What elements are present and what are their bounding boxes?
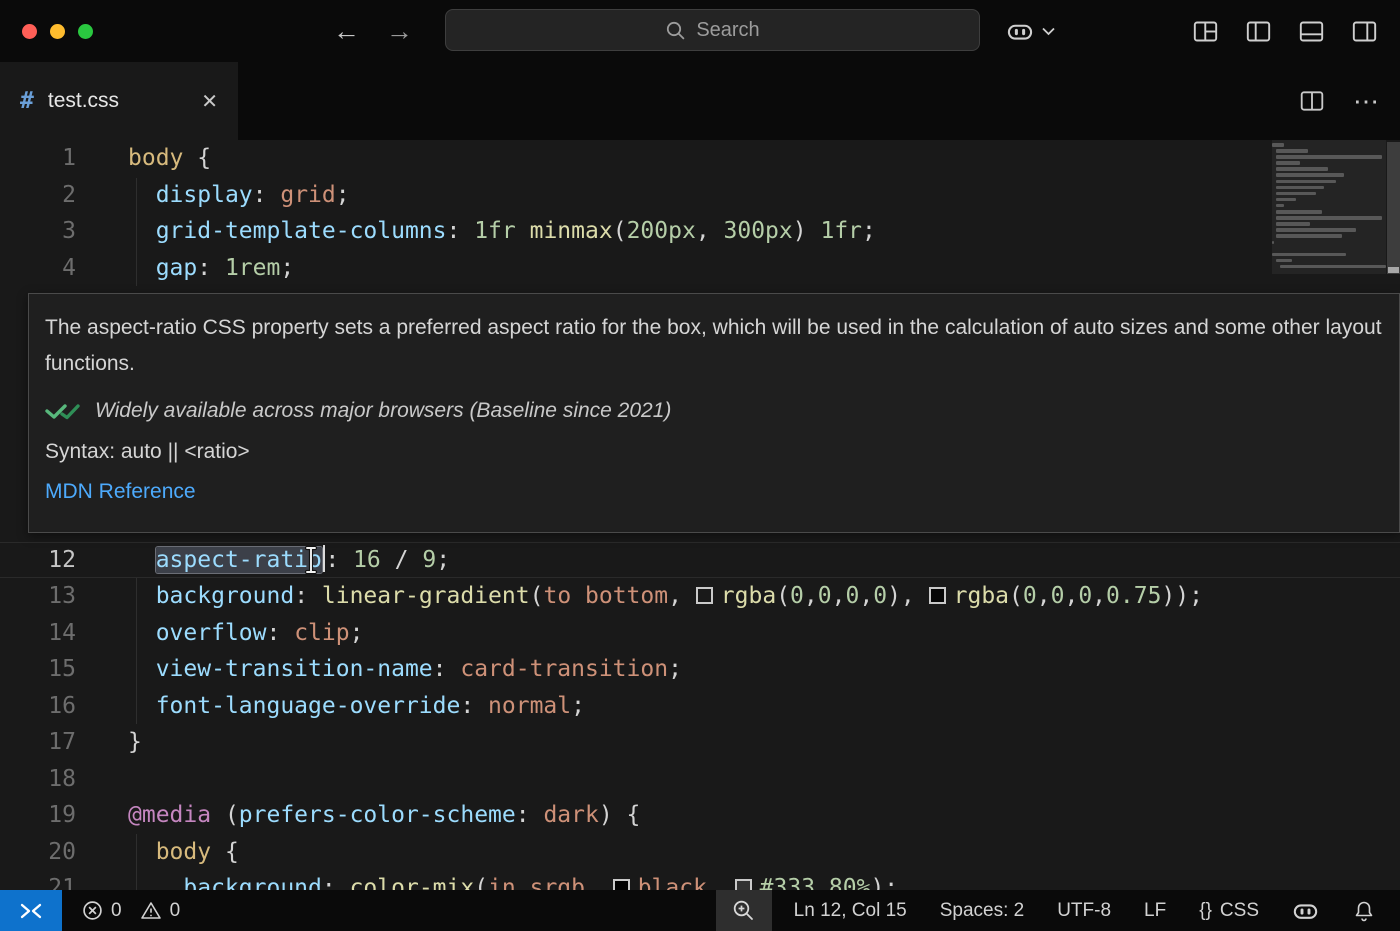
eol-status[interactable]: LF (1144, 900, 1166, 922)
line-number: 4 (0, 250, 76, 287)
color-swatch[interactable] (929, 587, 946, 604)
close-window-button[interactable] (22, 24, 37, 39)
code-line[interactable]: 13 background: linear-gradient(to bottom… (0, 578, 1400, 615)
status-bar: 0 0 Ln 12, Col 15 Spaces: 2 UTF-8 LF {} (0, 890, 1400, 931)
warnings-count: 0 (170, 900, 181, 922)
tooltip-baseline-text: Widely available across major browsers (… (95, 399, 671, 423)
forward-button[interactable]: → (386, 18, 413, 45)
window-controls (22, 24, 93, 39)
toggle-primary-sidebar-icon[interactable] (1245, 18, 1272, 45)
code-line[interactable]: 19@media (prefers-color-scheme: dark) { (0, 797, 1400, 834)
warnings-icon (140, 900, 162, 921)
code-line[interactable]: 1body { (0, 140, 1400, 177)
code-line[interactable]: 2 display: grid; (0, 177, 1400, 214)
code-line[interactable]: 15 view-transition-name: card-transition… (0, 651, 1400, 688)
color-swatch[interactable] (696, 587, 713, 604)
hover-tooltip: The aspect-ratio CSS property sets a pre… (28, 293, 1400, 533)
line-number: 21 (0, 870, 76, 890)
toggle-panel-icon[interactable] (1298, 18, 1325, 45)
indentation-status[interactable]: Spaces: 2 (940, 900, 1025, 922)
customize-layout-icon[interactable] (1192, 18, 1219, 45)
command-center-search[interactable]: Search (445, 9, 980, 51)
code-line[interactable]: 16 font-language-override: normal; (0, 688, 1400, 725)
remote-icon (17, 899, 45, 923)
line-number: 14 (0, 615, 76, 652)
back-button[interactable]: ← (333, 18, 360, 45)
code-line[interactable]: 21 background: color-mix(in srgb, black,… (0, 870, 1400, 890)
code-line[interactable]: 17} (0, 724, 1400, 761)
tab-test-css[interactable]: # test.css ✕ (0, 62, 238, 140)
line-number: 2 (0, 177, 76, 214)
more-actions-icon[interactable]: ⋯ (1353, 86, 1380, 117)
remote-indicator[interactable] (0, 890, 62, 931)
zoom-window-button[interactable] (78, 24, 93, 39)
zoom-status[interactable] (716, 890, 772, 931)
mdn-reference-link[interactable]: MDN Reference (45, 480, 196, 504)
errors-count: 0 (111, 900, 122, 922)
editor[interactable]: 1body {2 display: grid;3 grid-template-c… (0, 140, 1400, 890)
toggle-secondary-sidebar-icon[interactable] (1351, 18, 1378, 45)
tab-bar: # test.css ✕ ⋯ (0, 62, 1400, 140)
minimize-window-button[interactable] (50, 24, 65, 39)
search-placeholder: Search (696, 19, 759, 42)
tooltip-syntax: Syntax: auto || <ratio> (45, 440, 1383, 464)
line-number: 20 (0, 834, 76, 871)
zoom-in-icon (732, 899, 755, 922)
code-line[interactable]: 18 (0, 761, 1400, 798)
line-number: 15 (0, 651, 76, 688)
indent-guide (136, 834, 137, 890)
copilot-status-icon[interactable] (1292, 897, 1319, 924)
close-tab-icon[interactable]: ✕ (201, 89, 218, 114)
encoding-status[interactable]: UTF-8 (1057, 900, 1111, 922)
css-file-icon: # (20, 88, 34, 114)
line-number: 19 (0, 797, 76, 834)
copilot-menu[interactable] (1006, 0, 1056, 62)
language-mode-status[interactable]: {} CSS (1199, 900, 1259, 922)
code-line[interactable]: 14 overflow: clip; (0, 615, 1400, 652)
problems-status[interactable]: 0 0 (82, 900, 190, 922)
line-number: 17 (0, 724, 76, 761)
chevron-down-icon (1041, 26, 1056, 36)
copilot-icon (1006, 17, 1034, 45)
line-number: 16 (0, 688, 76, 725)
line-number: 12 (0, 542, 76, 579)
vscode-window: ← → Search (0, 0, 1400, 931)
color-swatch[interactable] (735, 879, 752, 890)
split-editor-icon[interactable] (1299, 88, 1325, 114)
line-number: 18 (0, 761, 76, 798)
notifications-bell-icon[interactable] (1352, 899, 1376, 923)
code-line[interactable]: 20 body { (0, 834, 1400, 871)
overview-ruler-cursor-marker (1388, 267, 1399, 273)
line-number: 1 (0, 140, 76, 177)
scrollbar[interactable] (1387, 142, 1400, 274)
color-swatch[interactable] (613, 879, 630, 890)
indent-guide (136, 178, 137, 286)
tooltip-description: The aspect-ratio CSS property sets a pre… (45, 310, 1383, 382)
tab-label: test.css (48, 89, 119, 113)
line-number: 3 (0, 213, 76, 250)
line-number: 13 (0, 578, 76, 615)
titlebar: ← → Search (0, 0, 1400, 62)
code-line[interactable]: 4 gap: 1rem; (0, 250, 1400, 287)
minimap-slider[interactable] (1272, 140, 1386, 274)
search-icon (665, 20, 686, 41)
mouse-cursor-ibeam (303, 545, 319, 575)
code-line[interactable]: 12 aspect-ratio: 16 / 9; (0, 542, 1400, 579)
cursor-position-status[interactable]: Ln 12, Col 15 (794, 900, 907, 922)
indent-guide (136, 578, 137, 724)
code-line[interactable]: 3 grid-template-columns: 1fr minmax(200p… (0, 213, 1400, 250)
errors-icon (82, 900, 103, 921)
braces-icon: {} (1199, 900, 1212, 922)
baseline-widely-available-icon (45, 401, 81, 421)
